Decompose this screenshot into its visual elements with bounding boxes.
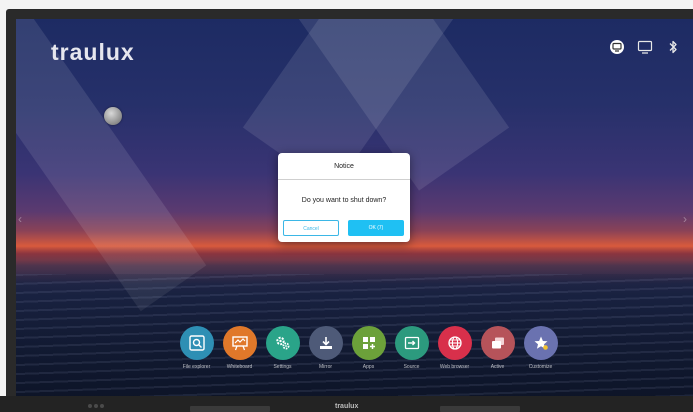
star-icon [534,336,548,350]
dock-item-web-browser[interactable]: Web browser [437,326,472,370]
dock-icon-circle [437,326,472,360]
dock-label: Apps [362,364,375,370]
dialog-message: Do you want to shut down? [301,197,387,204]
dock-icon-circle [480,326,515,360]
dock-icon-circle [308,326,343,360]
dialog-title: Notice [334,163,354,170]
dock-label: Active [490,364,505,370]
dock-icon-circle [394,326,429,360]
dock-label: Whiteboard [226,364,253,370]
bezel-button[interactable] [100,404,104,408]
gears-icon [275,336,289,350]
bezel-buttons [88,404,104,408]
bezel-logo: traulux [335,403,359,410]
dock-label: Web browser [439,364,470,370]
dock-item-source[interactable]: Source [394,326,429,370]
whiteboard-icon [231,336,248,351]
dock-icon-circle [523,326,558,360]
bluetooth-icon[interactable] [665,39,681,55]
app-dock: File explorer Whiteboard Settings Mirror… [179,326,558,370]
screen-cast-icon[interactable] [609,39,625,55]
shutdown-dialog: Notice Do you want to shut down? Cancel … [278,153,410,242]
folder-search-icon [188,335,205,351]
bezel-slot [440,406,520,412]
right-edge-arrow-icon[interactable]: › [683,212,691,226]
apps-grid-icon [362,337,375,349]
dock-item-customize[interactable]: Customize [523,326,558,370]
dock-label: Customize [528,364,553,370]
dock-label: Mirror [318,364,333,370]
dock-label: Settings [273,364,292,370]
dock-item-settings[interactable]: Settings [265,326,300,370]
globe-icon [447,336,462,350]
dock-icon-circle [351,326,386,360]
dock-icon-circle [222,326,257,360]
bezel-button[interactable] [88,404,92,408]
dialog-divider [278,179,410,180]
dock-item-whiteboard[interactable]: Whiteboard [222,326,257,370]
dock-item-mirror[interactable]: Mirror [308,326,343,370]
ok-button[interactable]: OK (7) [348,220,404,236]
dock-item-active[interactable]: Active [480,326,515,370]
dock-label: Source [403,364,420,370]
brand-logo: traulux [51,39,135,65]
cancel-button[interactable]: Cancel [283,220,339,236]
dock-icon-circle [265,326,300,360]
bezel-slot [190,406,270,412]
dock-item-apps[interactable]: Apps [351,326,386,370]
input-source-icon [404,336,419,350]
left-edge-arrow-icon[interactable]: ‹ [18,212,26,226]
monitor-icon[interactable] [637,39,653,55]
windows-icon [491,337,504,349]
dock-item-file-explorer[interactable]: File explorer [179,326,214,370]
floating-menu-ball[interactable] [104,107,122,125]
download-tray-icon [319,337,332,349]
dock-label: File explorer [182,364,211,370]
bezel-button[interactable] [94,404,98,408]
dock-icon-circle [179,326,214,360]
system-tray [609,39,681,55]
